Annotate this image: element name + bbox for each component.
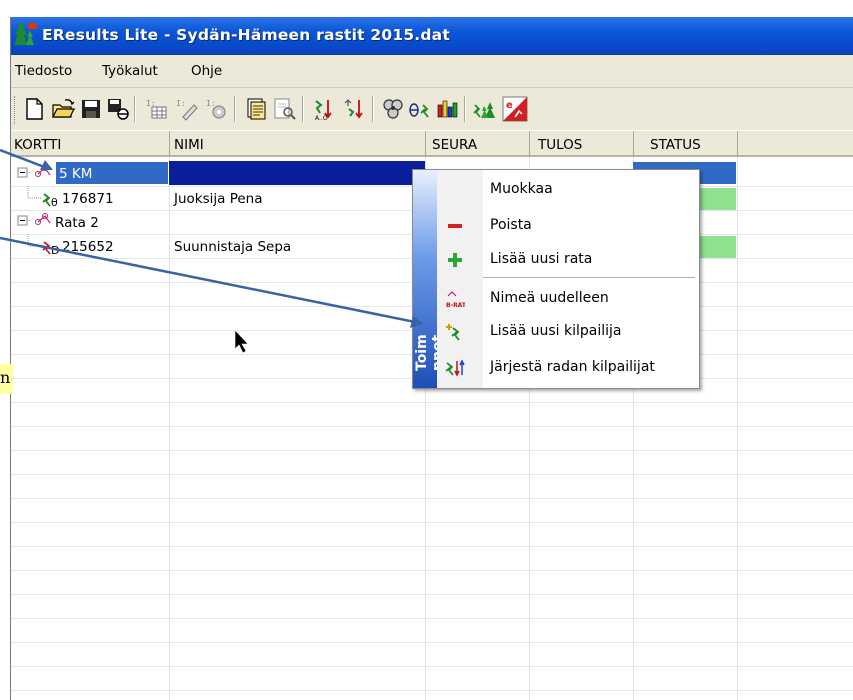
annotation-arrow-to-course <box>0 148 53 170</box>
annotation-overlay <box>0 148 424 354</box>
mouse-pointer-icon <box>234 329 249 354</box>
annotation-arrow-to-add-runner <box>0 236 424 328</box>
